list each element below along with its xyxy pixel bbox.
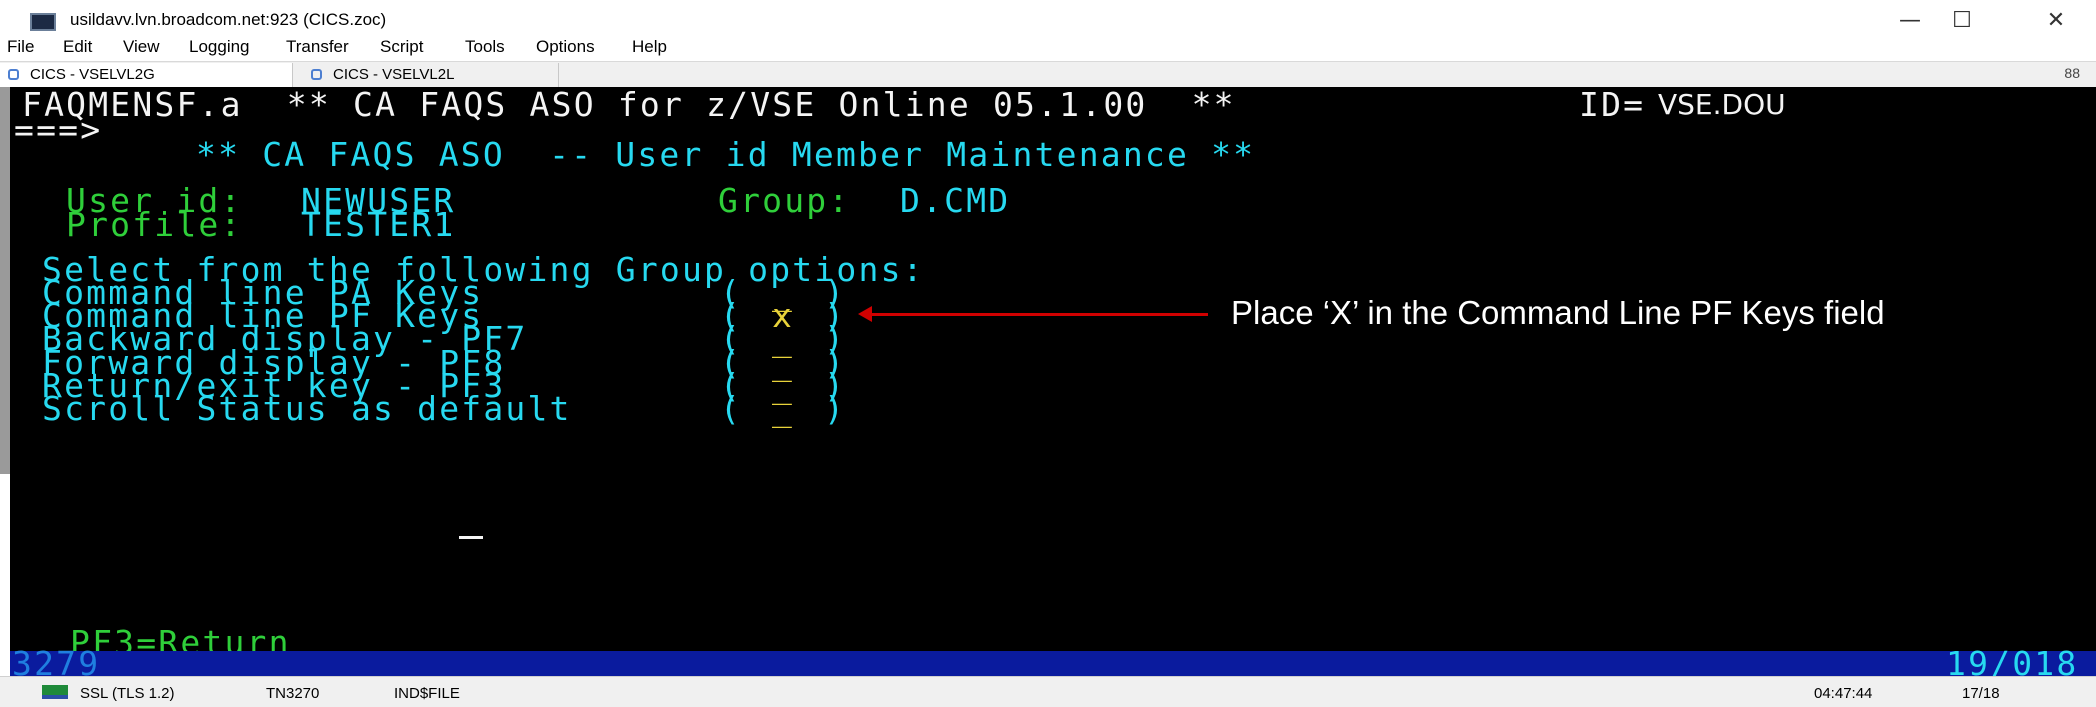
menu-help[interactable]: Help xyxy=(632,37,667,57)
menu-edit[interactable]: Edit xyxy=(63,37,92,57)
annotation-callout: Place ‘X’ in the Command Line PF Keys fi… xyxy=(1231,294,1885,331)
menu-options[interactable]: Options xyxy=(536,37,595,57)
minimize-button[interactable]: — xyxy=(1880,6,1940,36)
connection-icon xyxy=(42,685,68,699)
menu-tools[interactable]: Tools xyxy=(465,37,505,57)
menu-script[interactable]: Script xyxy=(380,37,423,57)
profile-label: Profile: xyxy=(66,205,243,244)
id-value: VSE.DOU xyxy=(1658,88,1786,121)
option-bracket-open: ( xyxy=(720,389,743,428)
group-value: D.CMD xyxy=(900,181,1011,220)
close-button[interactable]: ✕ xyxy=(2026,6,2086,36)
command-prompt[interactable]: ===> xyxy=(14,113,102,146)
id-label: ID= xyxy=(1579,85,1646,124)
emulation-type: TN3270 xyxy=(266,685,320,702)
ssl-status: SSL (TLS 1.2) xyxy=(80,685,175,702)
text-cursor xyxy=(459,536,483,539)
screen-left-edge xyxy=(0,87,10,474)
session-icon xyxy=(8,69,19,80)
option-label: Scroll Status as default xyxy=(42,389,572,428)
group-label: Group: xyxy=(718,181,851,220)
option-bracket-close: ) xyxy=(824,389,847,428)
window-title: usildavv.lvn.broadcom.net:923 (CICS.zoc) xyxy=(70,10,387,29)
tab-label: CICS - VSELVL2L xyxy=(333,66,455,83)
session-icon xyxy=(311,69,322,80)
session-count-badge: 88 xyxy=(2064,65,2080,81)
tab-cics-vselvl2g[interactable]: CICS - VSELVL2G xyxy=(0,63,293,87)
option-input-scroll-status[interactable]: _ xyxy=(772,392,794,425)
session-time: 04:47:44 xyxy=(1814,685,1873,702)
annotation-arrow xyxy=(870,313,1208,316)
screen-header: FAQMENSF.a ** CA FAQS ASO for z/VSE Onli… xyxy=(22,85,1236,124)
cursor-position: 19/018 xyxy=(1946,644,2079,683)
profile-value: TESTER1 xyxy=(301,205,456,244)
position-indicator: 17/18 xyxy=(1962,685,2000,702)
transfer-protocol: IND$FILE xyxy=(394,685,460,702)
operator-status-bar xyxy=(10,651,2096,676)
terminal-model: 3279 xyxy=(12,644,101,683)
terminal-app-icon xyxy=(30,13,56,31)
bottom-status-bar: SSL (TLS 1.2) TN3270 IND$FILE 04:47:44 1… xyxy=(0,676,2096,707)
menu-transfer[interactable]: Transfer xyxy=(286,37,349,57)
maximize-button[interactable]: ☐ xyxy=(1932,6,1992,36)
screen-title: ** CA FAQS ASO -- User id Member Mainten… xyxy=(196,135,1256,174)
menu-view[interactable]: View xyxy=(123,37,160,57)
tab-cics-vselvl2l[interactable]: CICS - VSELVL2L xyxy=(301,63,559,87)
tab-label: CICS - VSELVL2G xyxy=(30,66,155,83)
menu-logging[interactable]: Logging xyxy=(189,37,250,57)
menu-bar: File Edit View Logging Transfer Script T… xyxy=(0,34,2096,60)
menu-file[interactable]: File xyxy=(7,37,34,57)
